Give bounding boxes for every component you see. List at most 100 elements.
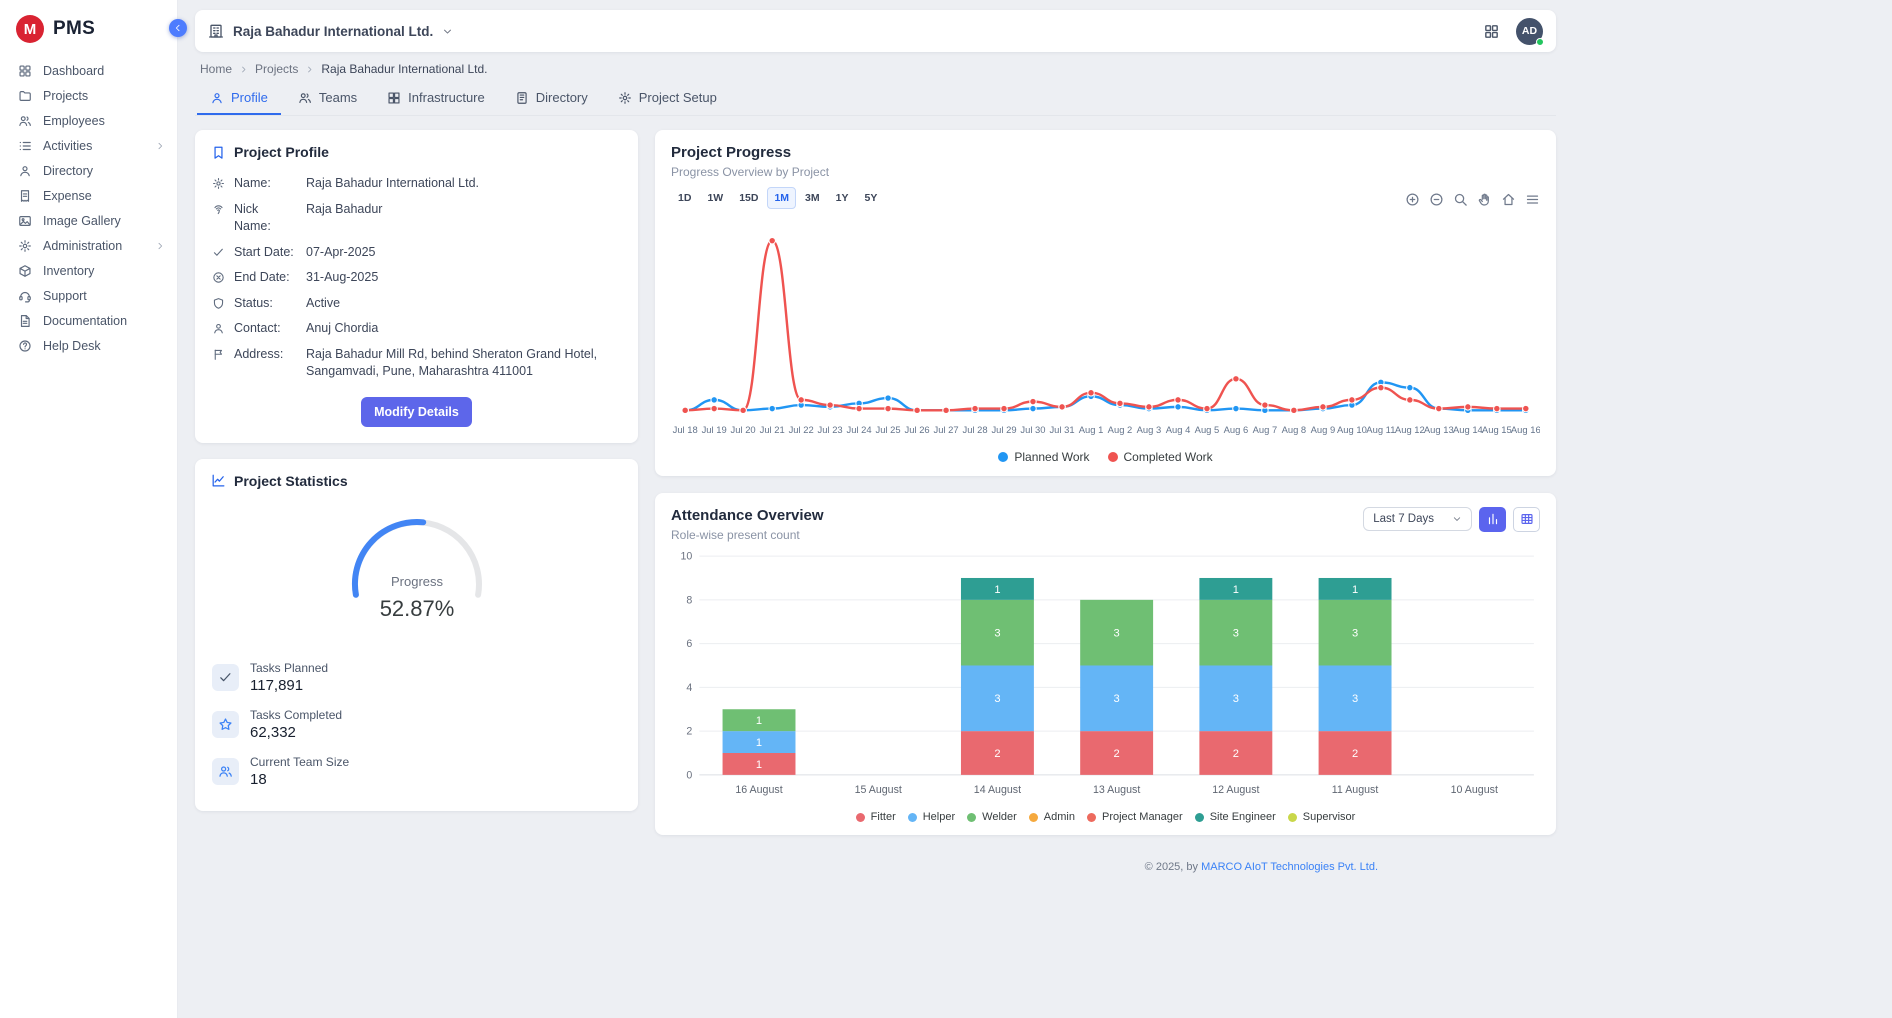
gear-small-icon [212,177,225,190]
field-label: Address: [234,346,297,381]
stat-label: Tasks Planned [250,661,328,675]
legend-welder[interactable]: Welder [967,811,1017,823]
bar-chart-view-button[interactable] [1479,507,1506,532]
legend-label: Fitter [871,811,896,823]
breadcrumb-item-projects[interactable]: Projects [255,62,298,76]
directory-tab-icon [515,91,529,105]
range-5y-button[interactable]: 5Y [857,187,884,209]
range-1m-button[interactable]: 1M [767,187,796,209]
stat-icon-tile [212,758,239,785]
attendance-title: Attendance Overview [671,507,824,524]
svg-text:1: 1 [756,737,762,749]
legend-helper[interactable]: Helper [908,811,955,823]
table-view-button[interactable] [1513,507,1540,532]
date-range-select[interactable]: Last 7 Days [1363,507,1472,531]
svg-text:Jul 19: Jul 19 [702,424,727,435]
svg-text:1: 1 [756,759,762,771]
profile-field-nick-name: Nick Name:Raja Bahadur [211,197,622,240]
svg-text:Jul 26: Jul 26 [905,424,930,435]
sidebar-collapse-button[interactable] [169,19,187,37]
sidebar-item-activities[interactable]: Activities [0,133,177,158]
tab-profile[interactable]: Profile [197,81,281,115]
svg-text:Jul 18: Jul 18 [673,424,698,435]
modify-details-button[interactable]: Modify Details [361,397,472,427]
chart-line-icon [211,473,226,488]
sidebar-item-label: Documentation [43,314,127,328]
svg-text:Jul 22: Jul 22 [789,424,814,435]
legend-dot [1288,813,1297,822]
range-1w-button[interactable]: 1W [700,187,730,209]
sidebar-item-image-gallery[interactable]: Image Gallery [0,208,177,233]
menu-icon[interactable] [1525,192,1540,207]
attendance-bar-chart: 024681011116 August15 August233114 Augus… [671,548,1540,806]
svg-text:16 August: 16 August [735,784,782,796]
legend-label: Project Manager [1102,811,1183,823]
sidebar-item-expense[interactable]: Expense [0,183,177,208]
field-label: Contact: [234,320,297,338]
field-value: Anuj Chordia [306,320,621,338]
svg-text:Aug 7: Aug 7 [1253,424,1278,435]
legend-fitter[interactable]: Fitter [856,811,896,823]
sidebar-item-directory[interactable]: Directory [0,158,177,183]
profile-card-title: Project Profile [211,144,622,160]
svg-text:0: 0 [686,769,692,781]
company-selector[interactable]: Raja Bahadur International Ltd. [208,23,453,39]
project-progress-chart-svg[interactable]: Jul 18Jul 19Jul 20Jul 21Jul 22Jul 23Jul … [671,211,1540,440]
tab-teams[interactable]: Teams [285,81,370,115]
sidebar-item-dashboard[interactable]: Dashboard [0,58,177,83]
sidebar-item-help-desk[interactable]: Help Desk [0,333,177,358]
chevron-down-icon [1452,514,1462,524]
chevron-right-icon [155,141,165,151]
legend-site-engineer[interactable]: Site Engineer [1195,811,1276,823]
legend-completed-work[interactable]: Completed Work [1108,450,1213,464]
content: Raja Bahadur International Ltd. AD Home P… [195,10,1556,875]
sidebar-item-administration[interactable]: Administration [0,233,177,258]
apps-grid-icon[interactable] [1483,23,1500,40]
profile-field-address: Address:Raja Bahadur Mill Rd, behind She… [211,342,622,385]
tab-directory[interactable]: Directory [502,81,601,115]
chevron-right-icon [239,65,248,74]
legend-project-manager[interactable]: Project Manager [1087,811,1183,823]
sidebar-item-documentation[interactable]: Documentation [0,308,177,333]
legend-planned-work[interactable]: Planned Work [998,450,1089,464]
left-column: Project Profile Name:Raja Bahadur Intern… [195,130,638,811]
documentation-icon [18,314,32,328]
svg-text:Jul 27: Jul 27 [934,424,959,435]
footer-link[interactable]: MARCO AIoT Technologies Pvt. Ltd. [1201,861,1378,873]
range-buttons: 1D1W15D1M3M1Y5Y [671,187,884,209]
main-area: Raja Bahadur International Ltd. AD Home P… [178,0,1892,1018]
svg-text:15 August: 15 August [855,784,902,796]
legend-admin[interactable]: Admin [1029,811,1075,823]
range-1d-button[interactable]: 1D [671,187,698,209]
progress-gauge-svg: Progress52.87% [312,500,522,650]
home-icon[interactable] [1501,192,1516,207]
zoom-icon[interactable] [1453,192,1468,207]
sidebar-item-inventory[interactable]: Inventory [0,258,177,283]
range-15d-button[interactable]: 15D [732,187,765,209]
svg-text:6: 6 [686,638,692,650]
user-avatar[interactable]: AD [1516,18,1543,45]
zoom-in-icon[interactable] [1405,192,1420,207]
breadcrumb-item-home[interactable]: Home [200,62,232,76]
tab-label: Teams [319,90,357,105]
zoom-out-icon[interactable] [1429,192,1444,207]
svg-text:Aug 9: Aug 9 [1311,424,1336,435]
pan-icon[interactable] [1477,192,1492,207]
sidebar: M PMS DashboardProjectsEmployeesActiviti… [0,0,178,1018]
sidebar-item-employees[interactable]: Employees [0,108,177,133]
tab-infrastructure[interactable]: Infrastructure [374,81,498,115]
sidebar-item-projects[interactable]: Projects [0,83,177,108]
page-title: Project Profile [234,144,329,160]
tab-project-setup[interactable]: Project Setup [605,81,730,115]
attendance-chart-svg[interactable]: 024681011116 August15 August233114 Augus… [671,548,1540,801]
help-desk-icon [18,339,32,353]
attendance-overview-card: Attendance Overview Role-wise present co… [655,493,1556,835]
sidebar-item-support[interactable]: Support [0,283,177,308]
attendance-titles: Attendance Overview Role-wise present co… [671,507,824,542]
legend-supervisor[interactable]: Supervisor [1288,811,1356,823]
range-1y-button[interactable]: 1Y [829,187,856,209]
svg-text:Jul 21: Jul 21 [760,424,785,435]
range-3m-button[interactable]: 3M [798,187,827,209]
legend-dot [998,452,1008,462]
tab-label: Infrastructure [408,90,485,105]
